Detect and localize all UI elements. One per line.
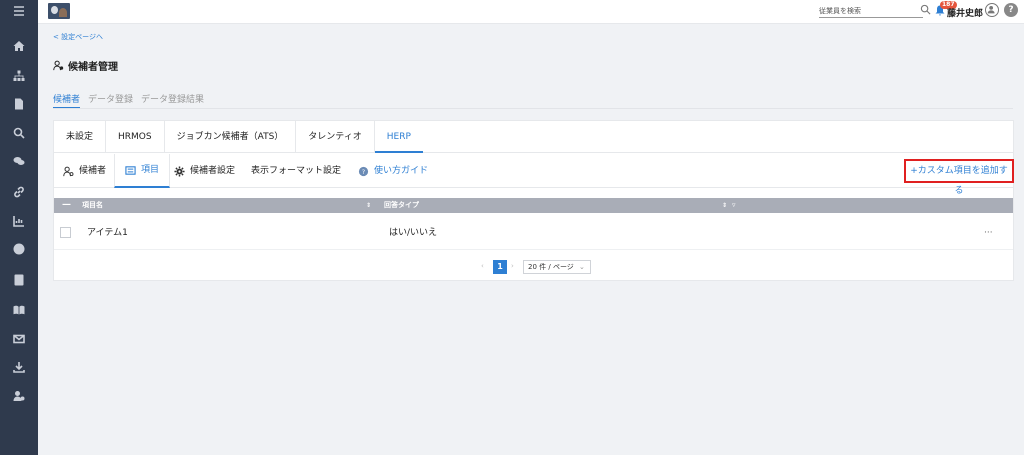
table-row[interactable]: アイテム1 はい/いいえ ··· <box>54 222 1013 250</box>
tab-talentio[interactable]: タレンティオ <box>296 121 375 153</box>
link-icon[interactable] <box>11 184 27 200</box>
gear-icon <box>174 165 185 177</box>
subtab-items[interactable]: 項目 <box>114 154 171 188</box>
candidate-icon[interactable] <box>11 388 27 404</box>
page-size-value: 20 件 / ページ <box>528 263 574 271</box>
ats-tabs: 未設定 HRMOS ジョブカン候補者（ATS） タレンティオ HERP <box>54 121 1013 153</box>
question-icon: ? <box>358 166 369 176</box>
candidate-icon <box>63 166 74 176</box>
svg-text:?: ? <box>362 167 365 175</box>
column-header-type[interactable]: 回答タイプ <box>384 198 419 213</box>
current-page-button[interactable]: 1 <box>493 260 507 274</box>
globe-icon[interactable] <box>11 241 27 257</box>
sub-tabs: 候補者 項目 候補者設定 表示フォーマット設定 ? 使い方ガイド +カスタム項目… <box>54 154 1014 196</box>
prev-page-icon[interactable]: ‹ <box>481 262 484 270</box>
chat-icon[interactable] <box>11 153 27 169</box>
filter-icon[interactable]: ▿ <box>732 198 736 213</box>
help-icon[interactable]: ? <box>1004 3 1018 17</box>
table-header: — 項目名 ⇕ 回答タイプ ⇕ ▿ <box>54 198 1013 213</box>
sidebar <box>0 0 38 455</box>
document-icon[interactable] <box>11 96 27 112</box>
usage-guide-label: 使い方ガイド <box>374 166 429 176</box>
tab-unset[interactable]: 未設定 <box>54 121 107 153</box>
contact-book-icon[interactable] <box>11 272 27 288</box>
user-avatar[interactable] <box>985 3 999 17</box>
tabs-divider <box>53 108 1013 109</box>
tab-herp[interactable]: HERP <box>374 121 423 153</box>
menu-icon[interactable] <box>11 3 27 19</box>
subtab-settings-label: 候補者設定 <box>190 166 236 176</box>
chevron-down-icon: ⌄ <box>579 263 585 271</box>
page-title-text: 候補者管理 <box>68 62 118 73</box>
mail-icon[interactable] <box>11 331 27 347</box>
item-name-cell: アイテム1 <box>87 228 128 238</box>
subtab-candidates-label: 候補者 <box>79 166 107 176</box>
select-all-indicator[interactable]: — <box>62 198 71 212</box>
sort-icon[interactable]: ⇕ <box>722 198 727 213</box>
row-menu-icon[interactable]: ··· <box>984 222 993 244</box>
answer-type-cell: はい/いいえ <box>389 228 438 238</box>
main-card: 未設定 HRMOS ジョブカン候補者（ATS） タレンティオ HERP 候補者 … <box>53 120 1014 281</box>
home-icon[interactable] <box>11 38 27 54</box>
page-size-select[interactable]: 20 件 / ページ ⌄ <box>523 260 591 274</box>
tab-jobcan-ats[interactable]: ジョブカン候補者（ATS） <box>165 121 297 153</box>
user-name[interactable]: 藤井史郎 <box>947 6 983 19</box>
add-custom-item-button[interactable]: +カスタム項目を追加する <box>904 159 1014 196</box>
subtab-candidates[interactable]: 候補者 <box>63 154 106 188</box>
subtab-candidate-settings[interactable]: 候補者設定 <box>174 154 235 188</box>
back-to-settings-link[interactable]: < 設定ページへ <box>53 32 103 42</box>
tab-hrmos[interactable]: HRMOS <box>106 121 165 153</box>
subtab-items-label: 項目 <box>141 165 160 175</box>
row-checkbox[interactable] <box>60 227 71 238</box>
tab-candidates[interactable]: 候補者 <box>53 92 81 109</box>
pagination: ‹ 1 › 20 件 / ページ ⌄ <box>54 260 1013 276</box>
tab-data-import[interactable]: データ登録 <box>88 92 133 109</box>
list-icon <box>125 165 136 175</box>
page-tabs: 候補者 データ登録 データ登録結果 <box>53 92 204 109</box>
search-icon[interactable] <box>11 125 27 141</box>
tab-import-results[interactable]: データ登録結果 <box>141 92 204 109</box>
company-logo[interactable] <box>48 3 70 19</box>
top-header: 従業員を検索 187 藤井史郎 ? <box>38 0 1024 24</box>
download-icon[interactable] <box>11 359 27 375</box>
next-page-icon[interactable]: › <box>511 262 514 270</box>
employee-search-input[interactable]: 従業員を検索 <box>819 5 923 18</box>
user-icon <box>987 5 995 14</box>
org-chart-icon[interactable] <box>11 68 27 84</box>
search-icon[interactable] <box>920 4 931 15</box>
subtab-display-format[interactable]: 表示フォーマット設定 <box>251 154 341 188</box>
page-title: 候補者管理 <box>53 58 118 73</box>
book-icon[interactable] <box>11 302 27 318</box>
sort-icon[interactable]: ⇕ <box>366 198 371 213</box>
usage-guide-link[interactable]: ? 使い方ガイド <box>358 154 428 188</box>
column-header-name[interactable]: 項目名 <box>82 198 103 213</box>
candidate-icon <box>53 60 64 71</box>
chart-icon[interactable] <box>11 213 27 229</box>
